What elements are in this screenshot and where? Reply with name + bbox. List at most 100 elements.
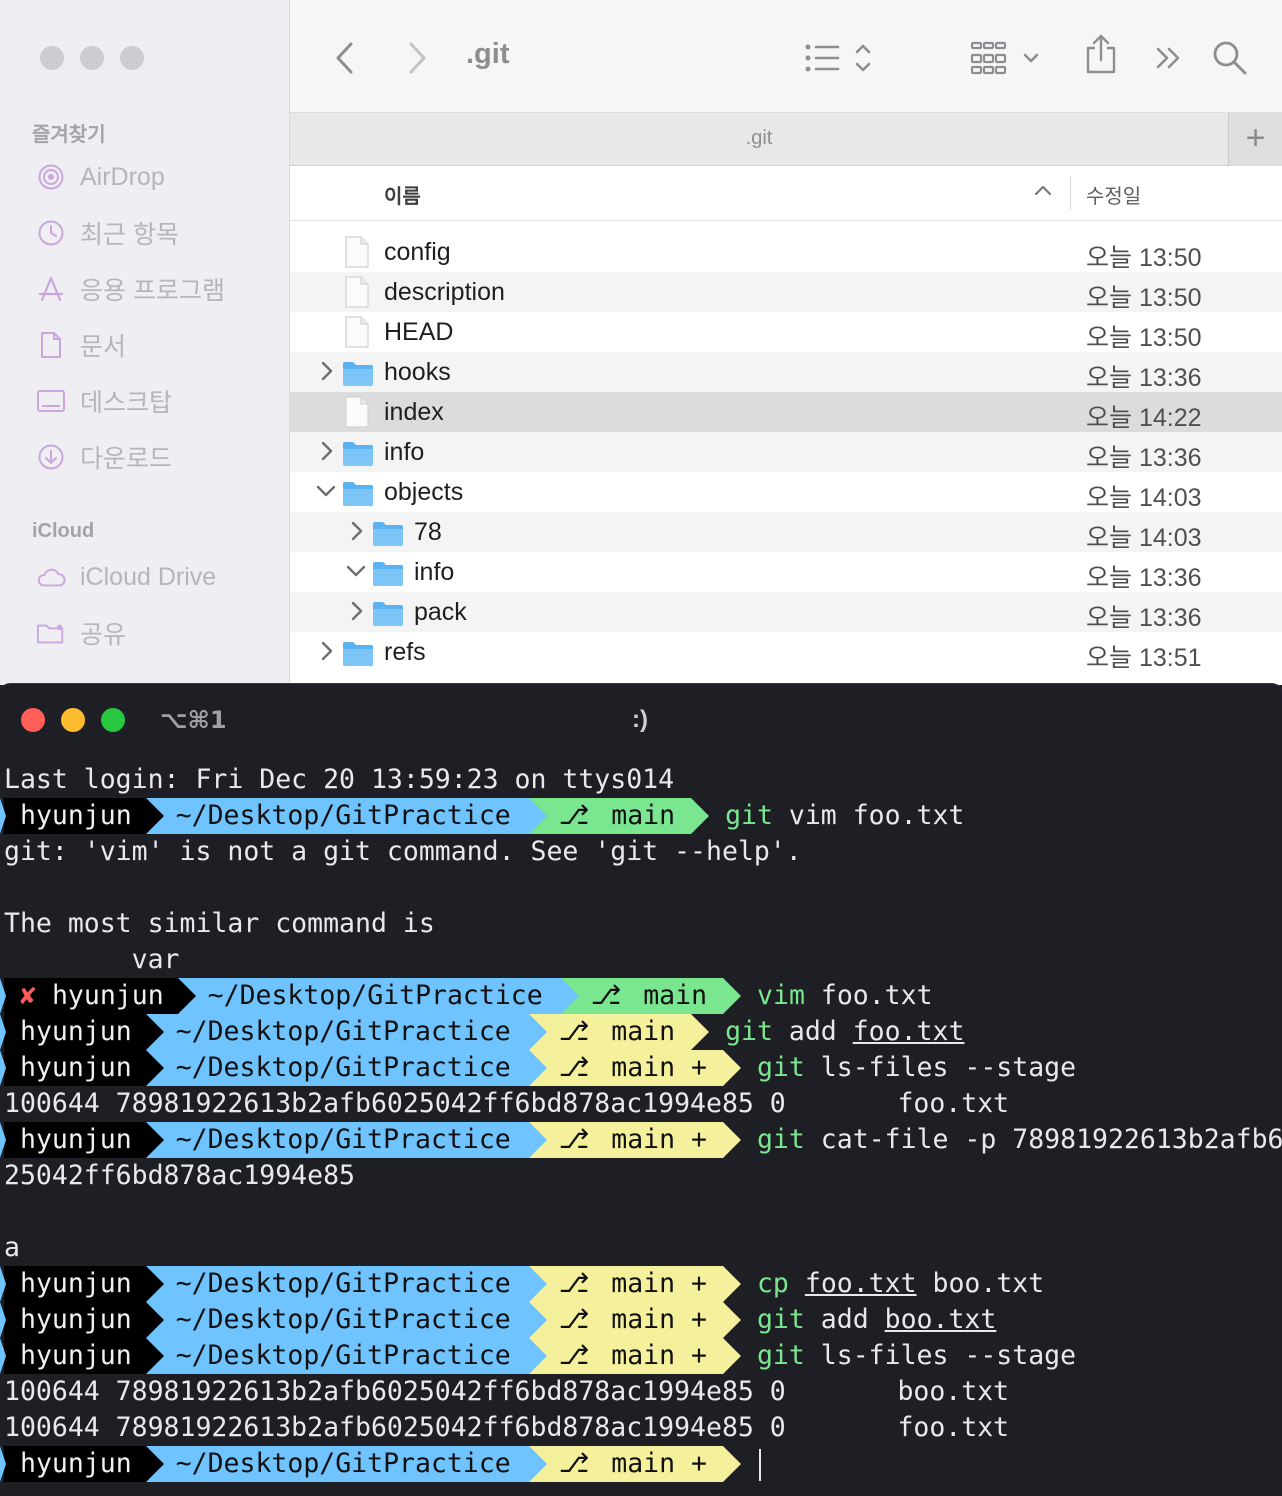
- prompt-edge-marker: [0, 978, 6, 1014]
- file-row[interactable]: 78 오늘 14:03: [290, 512, 1282, 552]
- prompt-git-segment: ⎇ main +: [528, 1446, 741, 1482]
- sort-ascending-icon[interactable]: [1034, 180, 1052, 205]
- disclosure-collapsed-icon[interactable]: [320, 640, 338, 664]
- grid-group-icon: [970, 41, 1039, 75]
- file-row[interactable]: pack 오늘 13:36: [290, 592, 1282, 632]
- disclosure-expanded-icon[interactable]: [346, 560, 366, 584]
- favorites-heading: 즐겨찾기: [32, 124, 106, 146]
- back-button[interactable]: [334, 38, 356, 78]
- prompt-path-segment: ~/Desktop/GitPractice: [177, 978, 579, 1014]
- prompt-branch: main +: [611, 1052, 707, 1083]
- text-cursor: [758, 1448, 761, 1481]
- command-argument: ls-files --stage: [804, 1052, 1077, 1083]
- disclosure-collapsed-icon[interactable]: [350, 520, 368, 544]
- file-row[interactable]: info 오늘 13:36: [290, 432, 1282, 472]
- prompt-command: git add foo.txt: [691, 1014, 964, 1050]
- prompt-user-segment: hyunjun: [4, 1050, 164, 1086]
- file-row[interactable]: config 오늘 13:50: [290, 232, 1282, 272]
- file-row[interactable]: objects 오늘 14:03: [290, 472, 1282, 512]
- share-icon: [1086, 34, 1116, 74]
- prompt-git-segment: ⎇ main: [528, 798, 710, 834]
- share-button[interactable]: [1084, 34, 1118, 74]
- file-row[interactable]: info 오늘 13:36: [290, 552, 1282, 592]
- branch-icon: ⎇: [558, 1304, 606, 1335]
- sidebar-item-label: AirDrop: [80, 162, 165, 191]
- chevron-right-icon: [409, 42, 426, 74]
- branch-icon: ⎇: [558, 1448, 606, 1479]
- sidebar-item-document[interactable]: 문서: [36, 327, 126, 363]
- file-row[interactable]: refs 오늘 13:51: [290, 632, 1282, 672]
- prompt-path: ~/Desktop/GitPractice: [175, 1340, 511, 1371]
- zoom-window-button[interactable]: [101, 708, 125, 732]
- zoom-window-button[interactable]: [120, 46, 144, 70]
- sidebar-item-shared-folder[interactable]: 공유: [36, 615, 126, 651]
- command-argument: boo.txt: [884, 1304, 997, 1335]
- prompt-git-segment: ⎇ main +: [528, 1266, 741, 1302]
- branch-icon: ⎇: [558, 1052, 606, 1083]
- branch-icon: ⎇: [558, 1124, 606, 1155]
- prompt-path-segment: ~/Desktop/GitPractice: [145, 1446, 547, 1482]
- disclosure-collapsed-icon[interactable]: [320, 360, 338, 384]
- file-row[interactable]: description 오늘 13:50: [290, 272, 1282, 312]
- prompt-command: git cat-file -p 78981922613b2afb60: [723, 1122, 1282, 1158]
- more-toolbar-button[interactable]: [1154, 38, 1184, 78]
- output-line: a: [4, 1232, 20, 1263]
- search-button[interactable]: [1212, 38, 1248, 78]
- file-name: HEAD: [384, 318, 454, 346]
- column-name-header[interactable]: 이름: [384, 180, 421, 209]
- file-row[interactable]: HEAD 오늘 13:50: [290, 312, 1282, 352]
- prompt-git-segment: ⎇ main +: [528, 1338, 741, 1374]
- file-list: config 오늘 13:50 description 오늘 13:50 HEAD 오늘 …: [290, 232, 1282, 672]
- document-icon: [36, 331, 66, 359]
- close-window-button[interactable]: [40, 46, 64, 70]
- prompt-edge-marker: [0, 1338, 6, 1374]
- disclosure-expanded-icon[interactable]: [316, 480, 336, 504]
- new-tab-button[interactable]: +: [1228, 113, 1282, 167]
- prompt-path-segment: ~/Desktop/GitPractice: [145, 1338, 547, 1374]
- forward-button[interactable]: [406, 38, 428, 78]
- prompt-line: hyunjun ~/Desktop/GitPractice ⎇ main + git …: [0, 1302, 1282, 1338]
- file-row[interactable]: hooks 오늘 13:36: [290, 352, 1282, 392]
- file-name: 78: [414, 518, 442, 546]
- column-date-header[interactable]: 수정일: [1086, 180, 1141, 209]
- minimize-window-button[interactable]: [80, 46, 104, 70]
- file-icon: [344, 276, 370, 315]
- sidebar-item-clock[interactable]: 최근 항목: [36, 215, 179, 251]
- finder-toolbar: [290, 0, 1282, 112]
- output-line: 100644 78981922613b2afb6025042ff6bd878ac…: [4, 1412, 1010, 1443]
- folder-icon: [342, 479, 374, 514]
- prompt-git-segment: ⎇ main +: [528, 1122, 741, 1158]
- tab-git[interactable]: .git: [290, 127, 1228, 150]
- sidebar-item-apps[interactable]: 응용 프로그램: [36, 271, 225, 307]
- list-view-button[interactable]: [804, 38, 876, 78]
- file-name: refs: [384, 638, 426, 666]
- branch-icon: ⎇: [558, 800, 606, 831]
- tab-shortcut-label: ⌥⌘1: [160, 706, 227, 734]
- shared-folder-icon: [36, 620, 66, 646]
- sidebar-item-download[interactable]: 다운로드: [36, 439, 172, 475]
- command-name: git: [756, 1052, 805, 1083]
- disclosure-collapsed-icon[interactable]: [350, 600, 368, 624]
- file-name: info: [384, 438, 425, 466]
- file-name: pack: [414, 598, 467, 626]
- disclosure-collapsed-icon[interactable]: [320, 440, 338, 464]
- file-date: 오늘 13:36: [1086, 604, 1202, 632]
- terminal-output[interactable]: Last login: Fri Dec 20 13:59:23 on ttys0…: [0, 762, 1282, 1482]
- prompt-path: ~/Desktop/GitPractice: [175, 1448, 511, 1479]
- sidebar-item-label: 공유: [80, 621, 127, 649]
- prompt-branch: main: [643, 980, 708, 1011]
- file-row[interactable]: index 오늘 14:22: [290, 392, 1282, 432]
- sidebar-item-label: iCloud Drive: [80, 562, 217, 591]
- list-view-icon: [805, 44, 871, 72]
- sidebar-item-cloud[interactable]: iCloud Drive: [36, 559, 216, 595]
- column-divider[interactable]: [1070, 176, 1071, 210]
- prompt-path-segment: ~/Desktop/GitPractice: [145, 798, 547, 834]
- sidebar-item-desktop[interactable]: 데스크탑: [36, 383, 172, 419]
- sidebar-item-airdrop[interactable]: AirDrop: [36, 159, 165, 195]
- file-icon: [344, 316, 370, 355]
- file-date: 오늘 14:22: [1086, 404, 1202, 432]
- prompt-path: ~/Desktop/GitPractice: [175, 1052, 511, 1083]
- group-button[interactable]: [970, 38, 1042, 78]
- close-window-button[interactable]: [21, 708, 45, 732]
- minimize-window-button[interactable]: [61, 708, 85, 732]
